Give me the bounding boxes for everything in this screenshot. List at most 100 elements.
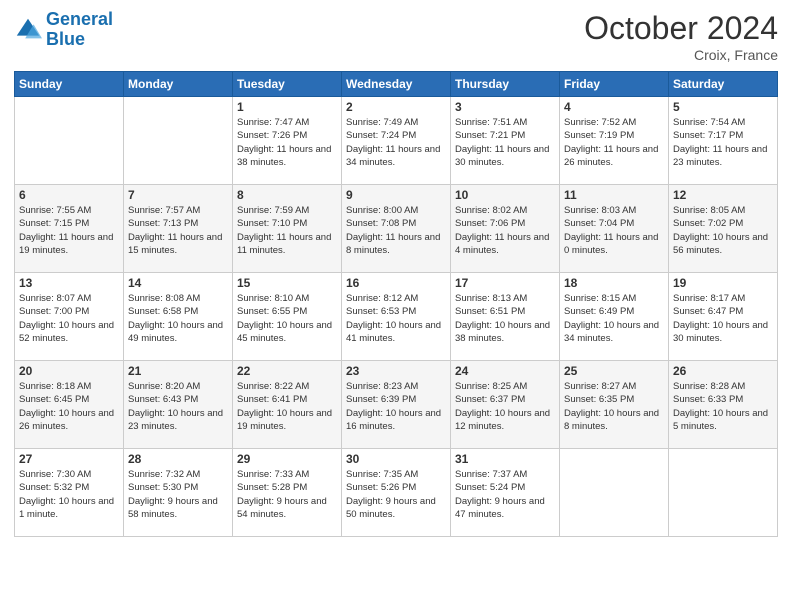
cell-w3-d2: 22 Sunrise: 8:22 AM Sunset: 6:41 PM Dayli… [233,361,342,449]
cell-w3-d0: 20 Sunrise: 8:18 AM Sunset: 6:45 PM Dayli… [15,361,124,449]
week-row-3: 20 Sunrise: 8:18 AM Sunset: 6:45 PM Dayli… [15,361,778,449]
cell-w1-d3: 9 Sunrise: 8:00 AM Sunset: 7:08 PM Daylig… [342,185,451,273]
day-number: 19 [673,276,773,290]
day-number: 22 [237,364,337,378]
calendar-page: General Blue October 2024 Croix, France … [0,0,792,612]
cell-w1-d1: 7Sunrise: 7:57 AM Sunset: 7:13 PM Daylig… [124,185,233,273]
header-sunday: Sunday [15,72,124,97]
calendar-table: Sunday Monday Tuesday Wednesday Thursday… [14,71,778,537]
day-number: 2 [346,100,446,114]
day-number: 17 [455,276,555,290]
day-info: Sunrise: 7:33 AM Sunset: 5:28 PM Dayligh… [237,468,337,521]
day-info: Sunrise: 7:59 AM Sunset: 7:10 PM Dayligh… [237,204,337,257]
header-tuesday: Tuesday [233,72,342,97]
day-number: 26 [673,364,773,378]
day-info: Sunrise: 8:05 AM Sunset: 7:02 PM Dayligh… [673,204,773,257]
day-info: Sunrise: 7:35 AM Sunset: 5:26 PM Dayligh… [346,468,446,521]
day-number: 28 [128,452,228,466]
day-info: Sunrise: 7:49 AM Sunset: 7:24 PM Dayligh… [346,116,446,169]
day-info: Sunrise: 8:02 AM Sunset: 7:06 PM Dayligh… [455,204,555,257]
day-info: Sunrise: 8:22 AM Sunset: 6:41 PM Dayligh… [237,380,337,433]
day-info: Sunrise: 7:30 AM Sunset: 5:32 PM Dayligh… [19,468,119,521]
day-number: 3 [455,100,555,114]
cell-w3-d6: 26 Sunrise: 8:28 AM Sunset: 6:33 PM Dayli… [669,361,778,449]
header-friday: Friday [560,72,669,97]
day-number: 27 [19,452,119,466]
day-info: Sunrise: 8:23 AM Sunset: 6:39 PM Dayligh… [346,380,446,433]
header-monday: Monday [124,72,233,97]
cell-w0-d6: 5 Sunrise: 7:54 AM Sunset: 7:17 PM Daylig… [669,97,778,185]
day-number: 11 [564,188,664,202]
day-info: Sunrise: 8:03 AM Sunset: 7:04 PM Dayligh… [564,204,664,257]
day-info: Sunrise: 8:18 AM Sunset: 6:45 PM Dayligh… [19,380,119,433]
day-info: Sunrise: 7:51 AM Sunset: 7:21 PM Dayligh… [455,116,555,169]
day-number: 29 [237,452,337,466]
day-number: 13 [19,276,119,290]
cell-w0-d0 [15,97,124,185]
day-info: Sunrise: 8:13 AM Sunset: 6:51 PM Dayligh… [455,292,555,345]
cell-w2-d5: 18 Sunrise: 8:15 AM Sunset: 6:49 PM Dayli… [560,273,669,361]
header-thursday: Thursday [451,72,560,97]
day-number: 4 [564,100,664,114]
logo-line1: General [46,9,113,29]
cell-w1-d5: 11 Sunrise: 8:03 AM Sunset: 7:04 PM Dayli… [560,185,669,273]
cell-w0-d4: 3 Sunrise: 7:51 AM Sunset: 7:21 PM Daylig… [451,97,560,185]
cell-w0-d2: 1Sunrise: 7:47 AM Sunset: 7:26 PM Daylig… [233,97,342,185]
logo-icon [14,16,42,44]
day-number: 24 [455,364,555,378]
cell-w2-d2: 15Sunrise: 8:10 AM Sunset: 6:55 PM Dayli… [233,273,342,361]
day-number: 12 [673,188,773,202]
week-row-2: 13 Sunrise: 8:07 AM Sunset: 7:00 PM Dayli… [15,273,778,361]
week-row-4: 27 Sunrise: 7:30 AM Sunset: 5:32 PM Dayli… [15,449,778,537]
day-number: 25 [564,364,664,378]
day-info: Sunrise: 7:55 AM Sunset: 7:15 PM Dayligh… [19,204,119,257]
cell-w2-d6: 19Sunrise: 8:17 AM Sunset: 6:47 PM Dayli… [669,273,778,361]
day-info: Sunrise: 7:32 AM Sunset: 5:30 PM Dayligh… [128,468,228,521]
cell-w1-d6: 12 Sunrise: 8:05 AM Sunset: 7:02 PM Dayli… [669,185,778,273]
day-info: Sunrise: 7:52 AM Sunset: 7:19 PM Dayligh… [564,116,664,169]
cell-w4-d0: 27 Sunrise: 7:30 AM Sunset: 5:32 PM Dayli… [15,449,124,537]
day-number: 10 [455,188,555,202]
day-number: 20 [19,364,119,378]
cell-w3-d5: 25Sunrise: 8:27 AM Sunset: 6:35 PM Dayli… [560,361,669,449]
day-info: Sunrise: 8:00 AM Sunset: 7:08 PM Dayligh… [346,204,446,257]
day-number: 21 [128,364,228,378]
cell-w3-d1: 21Sunrise: 8:20 AM Sunset: 6:43 PM Dayli… [124,361,233,449]
day-number: 6 [19,188,119,202]
cell-w1-d0: 6 Sunrise: 7:55 AM Sunset: 7:15 PM Daylig… [15,185,124,273]
cell-w1-d4: 10 Sunrise: 8:02 AM Sunset: 7:06 PM Dayli… [451,185,560,273]
cell-w2-d0: 13 Sunrise: 8:07 AM Sunset: 7:00 PM Dayli… [15,273,124,361]
day-number: 30 [346,452,446,466]
cell-w1-d2: 8 Sunrise: 7:59 AM Sunset: 7:10 PM Daylig… [233,185,342,273]
day-number: 5 [673,100,773,114]
day-info: Sunrise: 8:07 AM Sunset: 7:00 PM Dayligh… [19,292,119,345]
cell-w2-d3: 16 Sunrise: 8:12 AM Sunset: 6:53 PM Dayli… [342,273,451,361]
day-number: 18 [564,276,664,290]
day-number: 16 [346,276,446,290]
cell-w0-d1 [124,97,233,185]
day-info: Sunrise: 8:15 AM Sunset: 6:49 PM Dayligh… [564,292,664,345]
header: General Blue October 2024 Croix, France [14,10,778,63]
day-number: 8 [237,188,337,202]
logo-text: General Blue [46,10,113,50]
cell-w2-d1: 14Sunrise: 8:08 AM Sunset: 6:58 PM Dayli… [124,273,233,361]
cell-w3-d4: 24 Sunrise: 8:25 AM Sunset: 6:37 PM Dayli… [451,361,560,449]
logo: General Blue [14,10,113,50]
weekday-header-row: Sunday Monday Tuesday Wednesday Thursday… [15,72,778,97]
cell-w4-d6 [669,449,778,537]
cell-w0-d5: 4 Sunrise: 7:52 AM Sunset: 7:19 PM Daylig… [560,97,669,185]
cell-w2-d4: 17 Sunrise: 8:13 AM Sunset: 6:51 PM Dayli… [451,273,560,361]
day-number: 9 [346,188,446,202]
day-number: 31 [455,452,555,466]
day-info: Sunrise: 8:12 AM Sunset: 6:53 PM Dayligh… [346,292,446,345]
day-info: Sunrise: 7:47 AM Sunset: 7:26 PM Dayligh… [237,116,337,169]
day-info: Sunrise: 7:54 AM Sunset: 7:17 PM Dayligh… [673,116,773,169]
week-row-1: 6 Sunrise: 7:55 AM Sunset: 7:15 PM Daylig… [15,185,778,273]
cell-w3-d3: 23 Sunrise: 8:23 AM Sunset: 6:39 PM Dayli… [342,361,451,449]
day-number: 23 [346,364,446,378]
cell-w4-d2: 29 Sunrise: 7:33 AM Sunset: 5:28 PM Dayli… [233,449,342,537]
day-number: 15 [237,276,337,290]
day-info: Sunrise: 8:25 AM Sunset: 6:37 PM Dayligh… [455,380,555,433]
day-info: Sunrise: 8:28 AM Sunset: 6:33 PM Dayligh… [673,380,773,433]
day-info: Sunrise: 7:37 AM Sunset: 5:24 PM Dayligh… [455,468,555,521]
